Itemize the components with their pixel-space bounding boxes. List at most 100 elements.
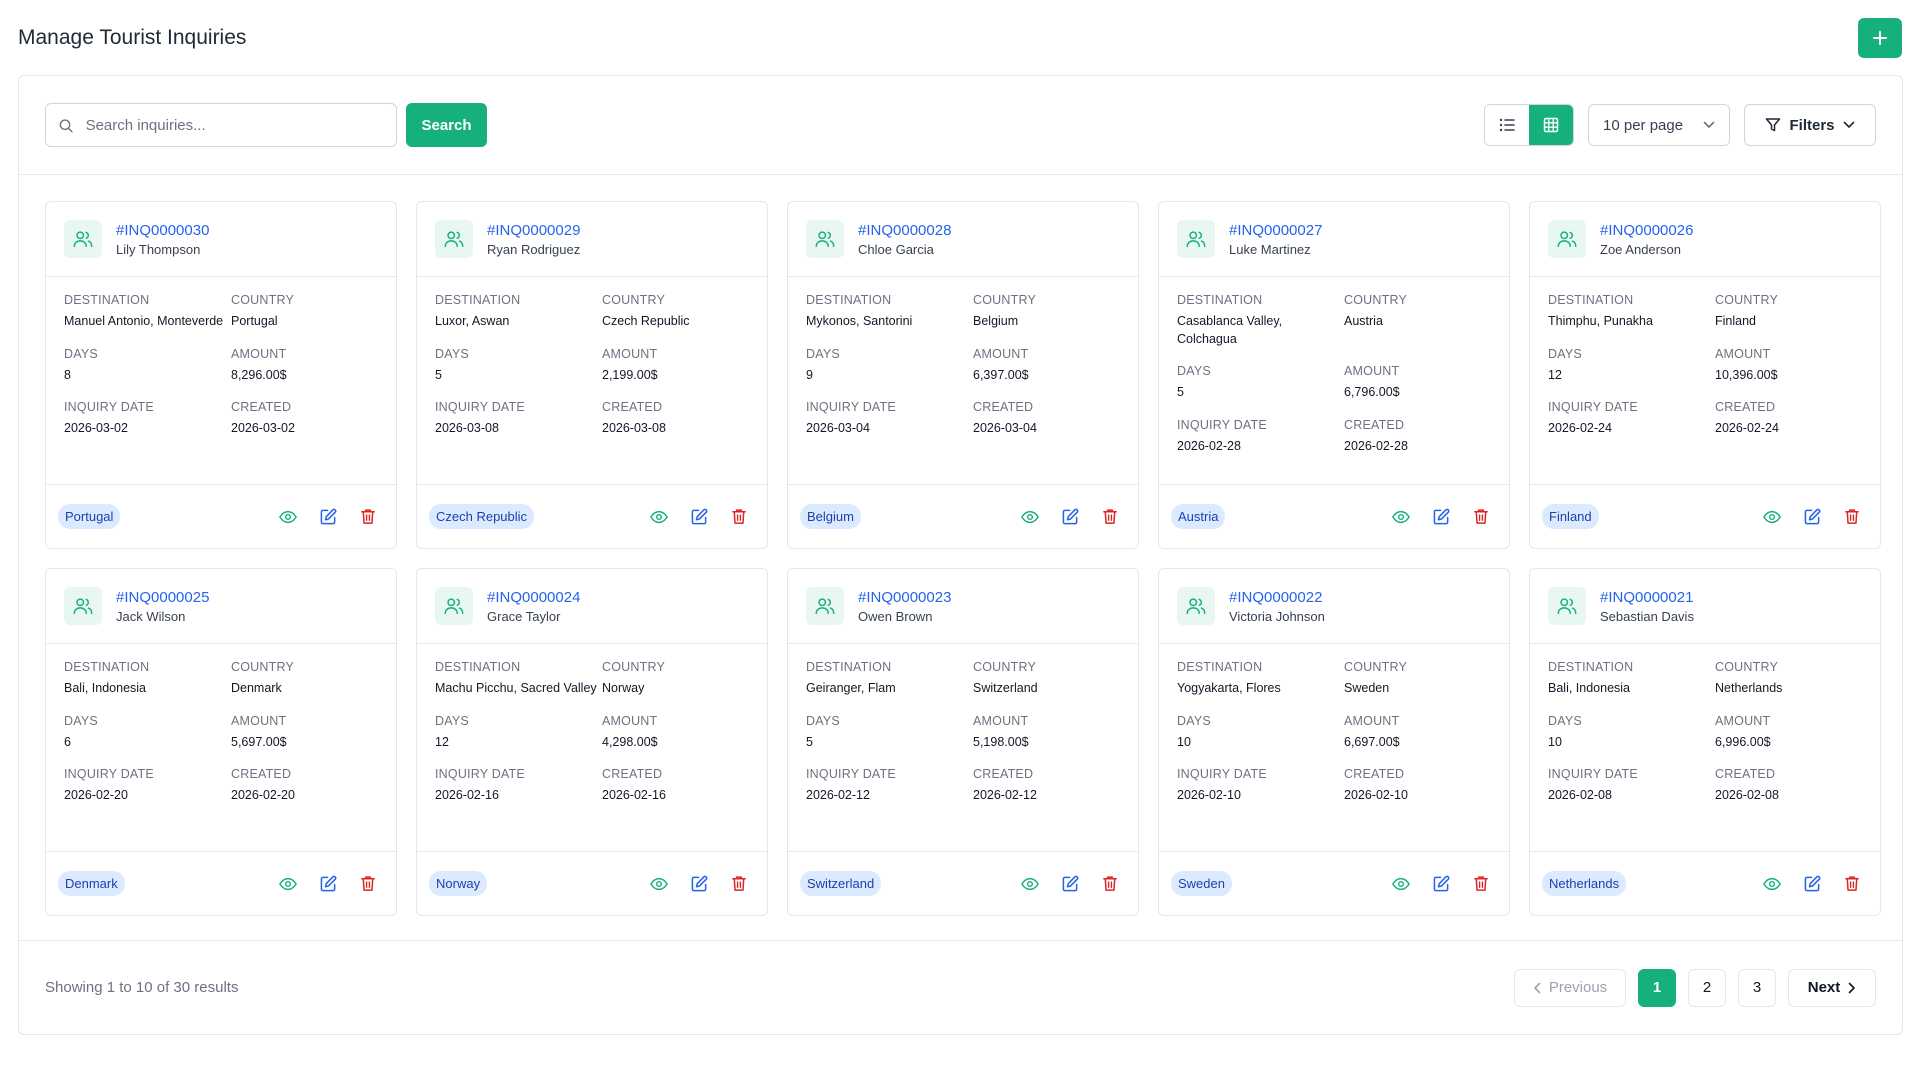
view-button[interactable]	[1020, 507, 1040, 527]
destination-label: DESTINATION	[435, 293, 521, 307]
created-field: CREATED 2026-02-16	[602, 767, 749, 805]
page-button-3[interactable]: 3	[1738, 968, 1776, 1007]
days-field: DAYS 6	[64, 714, 231, 752]
days-label: DAYS	[1548, 346, 1582, 361]
inquiry-id-link[interactable]: #INQ0000026	[1600, 222, 1693, 239]
delete-button[interactable]	[1471, 874, 1491, 894]
edit-button[interactable]	[1431, 507, 1451, 527]
country-field: COUNTRY Czech Republic	[602, 293, 749, 331]
inquiry-id-link[interactable]: #INQ0000028	[858, 222, 951, 239]
country-field: COUNTRY Portugal	[231, 293, 378, 331]
list-view-button[interactable]	[1485, 105, 1529, 145]
inquiry-card: #INQ0000025 Jack Wilson DESTINATION Bali, I…	[45, 568, 397, 916]
amount-value: 6,697.00$	[1344, 734, 1400, 749]
inquiry-date-field: INQUIRY DATE 2026-03-02	[64, 400, 231, 438]
inquiry-date-field: INQUIRY DATE 2026-03-04	[806, 400, 973, 438]
grid-view-button[interactable]	[1529, 105, 1573, 145]
inquiry-id-link[interactable]: #INQ0000022	[1229, 589, 1325, 606]
view-button[interactable]	[1762, 874, 1782, 894]
edit-button[interactable]	[1802, 507, 1822, 527]
trash-icon	[361, 509, 375, 524]
edit-button[interactable]	[1060, 874, 1080, 894]
inquiry-date-field: INQUIRY DATE 2026-02-10	[1177, 767, 1344, 805]
destination-value: Geiranger, Flam	[806, 681, 896, 695]
next-page-button[interactable]: Next	[1788, 968, 1876, 1007]
country-label: COUNTRY	[602, 293, 665, 307]
view-button[interactable]	[1020, 874, 1040, 894]
destination-field: DESTINATION Casablanca Valley, Colchagua	[1177, 293, 1344, 348]
card-details: DESTINATION Yogyakarta, Flores COUNTRY Swed…	[1159, 644, 1509, 851]
view-button[interactable]	[649, 874, 669, 894]
search-button[interactable]: Search	[406, 103, 487, 147]
days-value: 5	[1177, 385, 1184, 399]
delete-button[interactable]	[1100, 507, 1120, 527]
inquiry-id-link[interactable]: #INQ0000027	[1229, 222, 1322, 239]
country-field: COUNTRY Denmark	[231, 660, 378, 698]
card-footer: Switzerland	[788, 851, 1138, 915]
country-badge: Sweden	[1171, 871, 1232, 896]
days-value: 5	[435, 367, 442, 382]
inquiry-id-link[interactable]: #INQ0000023	[858, 589, 951, 606]
view-button[interactable]	[649, 507, 669, 527]
add-inquiry-button[interactable]	[1858, 18, 1902, 58]
card-footer: Czech Republic	[417, 484, 767, 548]
delete-button[interactable]	[1100, 874, 1120, 894]
delete-button[interactable]	[729, 507, 749, 527]
view-button[interactable]	[1391, 507, 1411, 527]
inquiry-id-link[interactable]: #INQ0000029	[487, 222, 580, 239]
edit-button[interactable]	[318, 507, 338, 527]
created-value: 2026-03-08	[602, 421, 666, 435]
inquiry-date-field: INQUIRY DATE 2026-02-20	[64, 767, 231, 805]
card-footer: Portugal	[46, 484, 396, 548]
edit-button[interactable]	[1802, 874, 1822, 894]
inquiry-id-link[interactable]: #INQ0000025	[116, 589, 209, 606]
inquiry-id-link[interactable]: #INQ0000030	[116, 222, 209, 239]
view-button[interactable]	[1391, 874, 1411, 894]
card-title-block: #INQ0000021 Sebastian Davis	[1600, 589, 1694, 624]
inquiry-id-link[interactable]: #INQ0000021	[1600, 589, 1694, 606]
per-page-select[interactable]: 10 per page	[1588, 104, 1730, 146]
created-label: CREATED	[1344, 767, 1405, 781]
inquiry-id-link[interactable]: #INQ0000024	[487, 589, 580, 606]
delete-button[interactable]	[358, 874, 378, 894]
created-label: CREATED	[973, 767, 1034, 781]
edit-icon	[1433, 508, 1449, 525]
page-button-2[interactable]: 2	[1688, 968, 1726, 1007]
previous-page-button[interactable]: Previous	[1514, 968, 1626, 1007]
view-button[interactable]	[278, 507, 298, 527]
edit-button[interactable]	[318, 874, 338, 894]
card-actions	[1762, 874, 1862, 894]
card-header: #INQ0000023 Owen Brown	[788, 569, 1138, 644]
edit-icon	[1062, 508, 1078, 525]
filters-button[interactable]: Filters	[1744, 104, 1876, 146]
created-label: CREATED	[973, 400, 1034, 414]
customer-name: Zoe Anderson	[1600, 241, 1681, 257]
filters-label: Filters	[1789, 116, 1835, 134]
view-button[interactable]	[278, 874, 298, 894]
country-label: COUNTRY	[973, 660, 1036, 674]
search-box[interactable]	[45, 103, 397, 147]
customer-name: Ryan Rodriguez	[487, 241, 581, 257]
edit-button[interactable]	[1431, 874, 1451, 894]
edit-button[interactable]	[689, 874, 709, 894]
delete-button[interactable]	[358, 507, 378, 527]
delete-button[interactable]	[1471, 507, 1491, 527]
created-field: CREATED 2026-03-04	[973, 400, 1120, 438]
amount-label: AMOUNT	[231, 713, 287, 728]
days-value: 10	[1177, 734, 1191, 749]
delete-button[interactable]	[1842, 874, 1862, 894]
search-input[interactable]	[85, 116, 384, 134]
edit-button[interactable]	[1060, 507, 1080, 527]
pagination-footer: Showing 1 to 10 of 30 results Previous 1…	[19, 940, 1902, 1034]
view-button[interactable]	[1762, 507, 1782, 527]
users-icon	[444, 231, 464, 248]
page-button-1[interactable]: 1	[1638, 968, 1676, 1007]
delete-button[interactable]	[729, 874, 749, 894]
delete-button[interactable]	[1842, 507, 1862, 527]
created-field: CREATED 2026-02-20	[231, 767, 378, 805]
created-value: 2026-02-16	[602, 788, 666, 802]
edit-button[interactable]	[689, 507, 709, 527]
created-value: 2026-03-02	[231, 421, 295, 435]
days-label: DAYS	[806, 346, 840, 361]
card-title-block: #INQ0000023 Owen Brown	[858, 589, 951, 624]
